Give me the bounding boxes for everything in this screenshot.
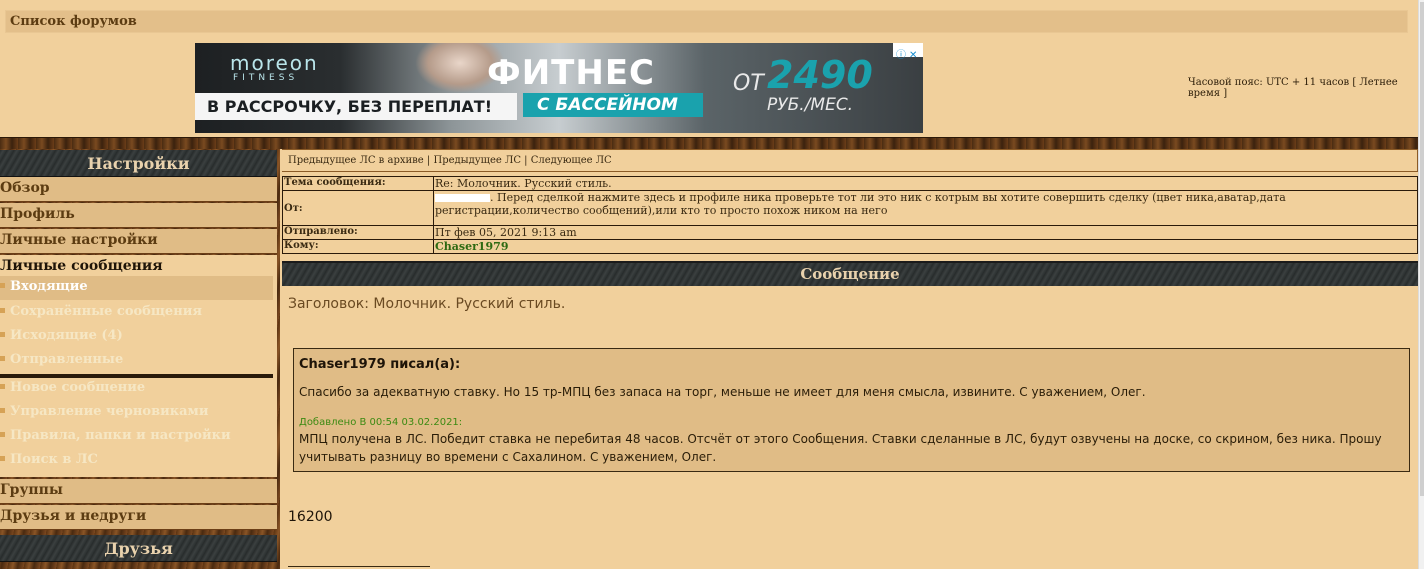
sidebar-item-label: Новое сообщение [10, 380, 146, 395]
banner-subline-box: С БАССЕЙНОМ [523, 93, 703, 117]
message-body: Заголовок: Молочник. Русский стиль. Chas… [282, 286, 1418, 569]
sidebar-item-label: Обзор [0, 180, 50, 196]
scrollbar[interactable] [1418, 0, 1424, 569]
bullet-icon [0, 408, 5, 413]
banner-installment-strip: В РАССРОЧКУ, БЕЗ ПЕРЕПЛАТ! [195, 93, 517, 120]
wood-divider [0, 137, 1418, 149]
to-cell: Chaser1979 [433, 239, 1418, 254]
settings-header-label: Настройки [87, 154, 190, 173]
sidebar-item-label: Входящие [10, 279, 88, 294]
next-pm-link[interactable]: Следующее ЛС [531, 155, 612, 166]
ad-choices[interactable]: ⓘ ✕ [893, 43, 923, 61]
forum-list-link[interactable]: Список форумов [10, 14, 137, 29]
table-row: Кому: Chaser1979 [282, 239, 1418, 254]
sidebar-item-pm-search[interactable]: Поиск в ЛС [0, 449, 273, 473]
sidebar-item-rules-folders[interactable]: Правила, папки и настройки [0, 425, 273, 449]
ad-banner[interactable]: moreon FITNESS В РАССРОЧКУ, БЕЗ ПЕРЕПЛАТ… [195, 43, 923, 133]
sidebar-item-label: Профиль [0, 206, 75, 222]
bullet-icon [0, 356, 5, 361]
quote-author: Chaser1979 писал(а): [299, 357, 461, 372]
nav-separator: | [524, 155, 528, 166]
from-label: От: [282, 190, 434, 226]
signature-line [288, 566, 430, 567]
bullet-icon [0, 456, 5, 461]
bullet-icon [0, 332, 5, 337]
message-header-label: Сообщение [800, 265, 900, 283]
top-bar: Список форумов [5, 10, 1408, 33]
quote-text-2: МПЦ получена в ЛС. Победит ставка не пер… [299, 432, 1382, 464]
sidebar-item-groups[interactable]: Группы [0, 479, 277, 504]
sidebar-item-friends-foes[interactable]: Друзья и недруги [0, 505, 277, 530]
banner-subline: С БАССЕЙНОМ [537, 95, 678, 115]
quote-text-1: Спасибо за адекватную ставку. Но 15 тр-М… [299, 385, 1146, 399]
table-row: От: . Перед сделкой нажмите здесь и проф… [282, 190, 1418, 226]
to-label: Кому: [282, 239, 434, 254]
message-header: Сообщение [282, 261, 1418, 286]
bullet-icon [0, 308, 5, 313]
table-row: Отправлено: Пт фев 05, 2021 9:13 am [282, 225, 1418, 240]
ad-info-icon[interactable]: ⓘ [896, 50, 906, 61]
quote-added-time: Добавлено В 00:54 03.02.2021: [299, 417, 463, 428]
prev-pm-link[interactable]: Предыдущее ЛС [433, 155, 521, 166]
bullet-icon [0, 432, 5, 437]
bid-amount: 16200 [288, 509, 333, 525]
sent-value: Пт фев 05, 2021 9:13 am [433, 225, 1418, 240]
banner-brand: moreon [230, 51, 319, 75]
message-header-table: Тема сообщения: Re: Молочник. Русский ст… [282, 176, 1418, 254]
sidebar-item-sent[interactable]: Отправленные [0, 349, 273, 373]
scrollbar-thumb[interactable] [1420, 2, 1424, 496]
pm-navigation: Предыдущее ЛС в архиве | Предыдущее ЛС |… [282, 149, 1418, 172]
sidebar-item-label: Исходящие (4) [10, 328, 123, 343]
sidebar-item-label: Сохранённые сообщения [10, 304, 202, 319]
banner-headline: ФИТНЕС [487, 53, 655, 93]
banner-per-month: РУБ./МЕС. [767, 95, 854, 115]
sidebar-item-outbox[interactable]: Исходящие (4) [0, 325, 273, 349]
sidebar-item-label: Управление черновиками [10, 404, 209, 419]
bullet-icon [0, 283, 5, 288]
sidebar-item-label: Поиск в ЛС [10, 452, 98, 467]
sidebar-item-label: Личные настройки [0, 232, 158, 248]
main-content: Предыдущее ЛС в архиве | Предыдущее ЛС |… [282, 149, 1418, 569]
sidebar-item-drafts[interactable]: Управление черновиками [0, 401, 273, 425]
sender-redacted [435, 194, 490, 202]
sidebar-item-label: Группы [0, 482, 63, 498]
pm-header: Личные сообщения [0, 258, 163, 274]
banner-from: ОТ [733, 71, 764, 96]
quote-block: Chaser1979 писал(а): Спасибо за адекватн… [293, 348, 1410, 472]
sidebar-item-personal-settings[interactable]: Личные настройки [0, 229, 277, 254]
from-cell: . Перед сделкой нажмите здесь и профиле … [433, 190, 1418, 226]
sidebar-item-inbox[interactable]: Входящие [0, 276, 273, 300]
sidebar-item-label: Правила, папки и настройки [10, 428, 231, 443]
settings-header: Настройки [0, 150, 277, 177]
bullet-icon [0, 384, 5, 389]
sent-label: Отправлено: [282, 225, 434, 240]
sidebar-item-label: Друзья и недруги [0, 508, 147, 524]
prev-archive-link[interactable]: Предыдущее ЛС в архиве [288, 155, 424, 166]
ad-close-icon[interactable]: ✕ [909, 50, 917, 61]
banner-installment-text: В РАССРОЧКУ, БЕЗ ПЕРЕПЛАТ! [207, 97, 492, 116]
sidebar-item-new-message[interactable]: Новое сообщение [0, 377, 273, 401]
banner-price: 2490 [767, 53, 873, 97]
nav-separator: | [426, 155, 431, 166]
message-title: Заголовок: Молочник. Русский стиль. [288, 296, 566, 312]
sidebar-item-label: Отправленные [10, 352, 124, 367]
sidebar-item-saved[interactable]: Сохранённые сообщения [0, 301, 273, 325]
timezone-label: Часовой пояс: UTC + 11 часов [ Летнее вр… [1188, 77, 1398, 99]
friends-header-label: Друзья [104, 539, 173, 558]
subject-value: Re: Молочник. Русский стиль. [433, 176, 1418, 191]
from-value[interactable]: . Перед сделкой нажмите здесь и профиле … [435, 191, 1286, 217]
sidebar: Настройки Обзор Профиль Личные настройки… [0, 149, 280, 569]
sidebar-item-overview[interactable]: Обзор [0, 177, 277, 202]
table-row: Тема сообщения: Re: Молочник. Русский ст… [282, 176, 1418, 191]
friends-header: Друзья [0, 535, 277, 562]
banner-brand-sub: FITNESS [233, 73, 299, 83]
recipient-link[interactable]: Chaser1979 [435, 240, 508, 253]
sidebar-item-profile[interactable]: Профиль [0, 203, 277, 228]
pm-panel: Личные сообщения Входящие Сохранённые со… [0, 255, 277, 477]
subject-label: Тема сообщения: [282, 176, 434, 191]
